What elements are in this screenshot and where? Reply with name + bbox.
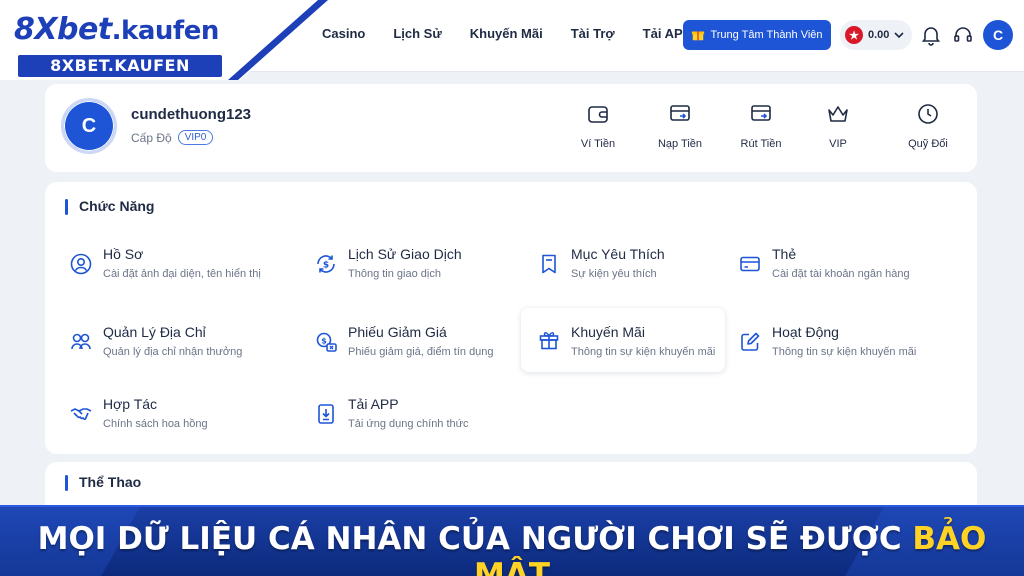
nav-casino[interactable]: Casino (322, 26, 365, 41)
quick-withdraw[interactable]: Rút Tiền (726, 102, 796, 152)
quick-vip[interactable]: VIP (803, 102, 873, 152)
dollar-cycle-icon: $ (317, 255, 335, 273)
withdraw-icon (751, 105, 771, 121)
fn-activities[interactable]: Hoạt Động Thông tin sự kiện khuyến mãi (726, 316, 930, 380)
crown-icon (828, 106, 848, 122)
fn-transaction-history[interactable]: $ Lịch Sử Giao Dịch Thông tin giao dịch (302, 238, 506, 302)
fn-favorites-title: Mục Yêu Thích (571, 246, 665, 262)
gift-icon (539, 332, 559, 350)
fn-address-management-desc: Quản lý địa chỉ nhận thưởng (103, 346, 243, 358)
fn-profile[interactable]: Hồ Sơ Cài đặt ảnh đại diện, tên hiển thị (57, 238, 261, 302)
quick-withdraw-label: Rút Tiền (740, 138, 782, 150)
member-center-button[interactable]: Trung Tâm Thành Viên (683, 20, 831, 50)
coupon-icon: $ (316, 332, 337, 352)
logo-text: 8Xbet.kaufen (14, 12, 219, 47)
fn-activities-title: Hoạt Động (772, 324, 839, 340)
fn-download-app[interactable]: Tải APP Tải ứng dụng chính thức (302, 388, 506, 452)
clock-icon (918, 104, 938, 124)
bell-icon[interactable] (920, 24, 942, 46)
svg-text:$: $ (321, 337, 327, 346)
profile-card: C cundethuong123 Cấp Độ VIP0 Ví Tiền Nạp… (45, 84, 977, 172)
fn-favorites-desc: Sự kiện yêu thích (571, 268, 657, 280)
user-icon (70, 253, 92, 275)
quick-deposit-label: Nạp Tiền (657, 138, 703, 150)
banner-main-text: MỌI DỮ LIỆU CÁ NHÂN CỦA NGƯỜI CHƠI SẼ ĐƯ… (37, 521, 913, 557)
fn-download-app-title: Tải APP (348, 396, 399, 412)
sports-title: Thể Thao (65, 474, 141, 491)
fn-partnership-title: Hợp Tác (103, 396, 158, 412)
fn-coupons[interactable]: $ Phiếu Giảm Giá Phiếu giảm giá, điểm tí… (302, 316, 506, 380)
fn-coupons-title: Phiếu Giảm Giá (348, 324, 447, 340)
vip-badge: VIP0 (177, 130, 214, 145)
top-header: 8Xbet.kaufen 8XBET.KAUFEN Casino Lịch Sử… (0, 0, 1024, 80)
nav-history[interactable]: Lịch Sử (393, 26, 441, 41)
fn-promotions-title: Khuyến Mãi (571, 324, 645, 340)
balance-value: 0.00 (868, 29, 890, 41)
fn-profile-desc: Cài đặt ảnh đại diện, tên hiển thị (103, 268, 261, 280)
quick-vip-label: VIP (829, 138, 847, 150)
headset-icon[interactable] (952, 24, 974, 46)
fn-favorites[interactable]: Mục Yêu Thích Sự kiện yêu thích (525, 238, 729, 302)
balance-dropdown[interactable]: ★ 0.00 (840, 20, 912, 50)
download-icon (318, 404, 334, 424)
svg-text:$: $ (323, 261, 329, 271)
logo-subtitle: 8XBET.KAUFEN (18, 55, 222, 77)
fn-activities-desc: Thông tin sự kiện khuyến mãi (772, 346, 917, 358)
quick-deposit[interactable]: Nạp Tiền (645, 102, 715, 152)
fn-transaction-history-title: Lịch Sử Giao Dịch (348, 246, 462, 262)
profile-avatar: C (61, 98, 117, 154)
username: cundethuong123 (131, 106, 252, 123)
fn-address-management-title: Quản Lý Địa Chỉ (103, 324, 206, 340)
main-nav: Casino Lịch Sử Khuyến Mãi Tài Trợ Tải AP… (322, 26, 719, 41)
fn-card-title: Thẻ (772, 246, 797, 262)
logo-domain: .kaufen (111, 16, 220, 46)
quick-wallet-label: Ví Tiền (580, 138, 616, 150)
fn-transaction-history-desc: Thông tin giao dịch (348, 268, 441, 280)
fn-card-desc: Cài đặt tài khoản ngân hàng (772, 268, 910, 280)
functions-title: Chức Năng (65, 198, 154, 215)
member-center-label: Trung Tâm Thành Viên (710, 29, 823, 41)
nav-sponsorship[interactable]: Tài Trợ (571, 26, 615, 41)
banner-text: MỌI DỮ LIỆU CÁ NHÂN CỦA NGƯỜI CHƠI SẼ ĐƯ… (0, 521, 1024, 576)
edit-icon (741, 332, 760, 351)
logo-brand: 8Xbet (14, 12, 112, 47)
fn-promotions-desc: Thông tin sự kiện khuyến mãi (571, 346, 716, 358)
functions-card: Chức Năng Hồ Sơ Cài đặt ảnh đại diện, tê… (45, 182, 977, 454)
fn-partnership-desc: Chính sách hoa hồng (103, 418, 208, 430)
user-level: Cấp Độ VIP0 (131, 130, 214, 145)
quick-wallet[interactable]: Ví Tiền (563, 102, 633, 152)
fn-coupons-desc: Phiếu giảm giá, điểm tín dụng (348, 346, 494, 358)
fn-address-management[interactable]: Quản Lý Địa Chỉ Quản lý địa chỉ nhận thư… (57, 316, 261, 380)
quick-exchange-fund-label: Quỹ Đổi (908, 138, 948, 150)
user-avatar[interactable]: C (983, 20, 1013, 50)
bookmark-icon (542, 254, 556, 274)
handshake-icon (70, 408, 92, 420)
address-icon (71, 333, 91, 350)
card-icon (740, 256, 760, 272)
fn-profile-title: Hồ Sơ (103, 246, 144, 262)
wallet-icon (588, 106, 608, 123)
star-icon: ★ (845, 26, 863, 44)
promo-banner: MỌI DỮ LIỆU CÁ NHÂN CỦA NGƯỜI CHƠI SẼ ĐƯ… (0, 505, 1024, 576)
level-label: Cấp Độ (131, 130, 172, 145)
fn-download-app-desc: Tải ứng dụng chính thức (348, 418, 469, 430)
nav-promotions[interactable]: Khuyến Mãi (470, 26, 543, 41)
chevron-down-icon (894, 32, 904, 39)
gift-icon (692, 31, 705, 41)
quick-exchange-fund[interactable]: Quỹ Đổi (893, 102, 963, 152)
deposit-icon (670, 105, 690, 121)
logo[interactable]: 8Xbet.kaufen 8XBET.KAUFEN (0, 0, 330, 80)
fn-promotions[interactable]: Khuyến Mãi Thông tin sự kiện khuyến mãi (521, 308, 725, 372)
fn-partnership[interactable]: Hợp Tác Chính sách hoa hồng (57, 388, 261, 452)
fn-card[interactable]: Thẻ Cài đặt tài khoản ngân hàng (726, 238, 930, 302)
